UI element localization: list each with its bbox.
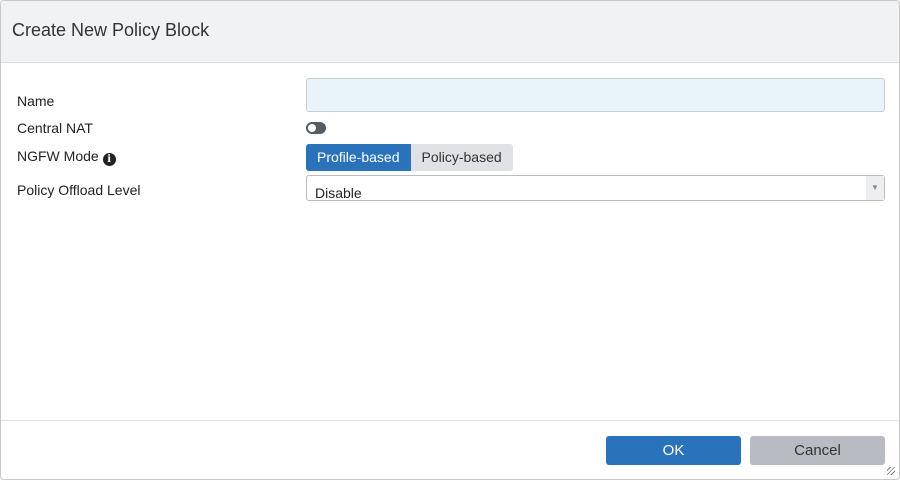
policy-offload-value: Disable [315,185,362,201]
central-nat-label: Central NAT [17,120,93,136]
ngfw-mode-label: NGFW Mode [17,148,99,164]
policy-offload-select[interactable]: Disable ▼ [306,175,885,201]
cancel-button[interactable]: Cancel [750,436,885,465]
profile-based-option[interactable]: Profile-based [306,144,411,171]
policy-based-option[interactable]: Policy-based [410,144,513,171]
ok-button[interactable]: OK [606,436,741,465]
policy-offload-label: Policy Offload Level [17,182,141,198]
central-nat-toggle[interactable] [306,122,326,134]
dialog-title: Create New Policy Block [1,1,899,63]
chevron-down-icon: ▼ [866,176,884,200]
name-label: Name [17,93,55,109]
ngfw-mode-selector: Profile-based Policy-based [306,144,513,171]
resize-handle-icon[interactable] [887,467,895,475]
ngfw-mode-label-row: NGFW Mode i [17,148,116,166]
info-icon[interactable]: i [102,153,116,166]
create-policy-block-dialog: Create New Policy Block Name Central NAT… [0,0,900,480]
name-input[interactable] [306,78,885,112]
